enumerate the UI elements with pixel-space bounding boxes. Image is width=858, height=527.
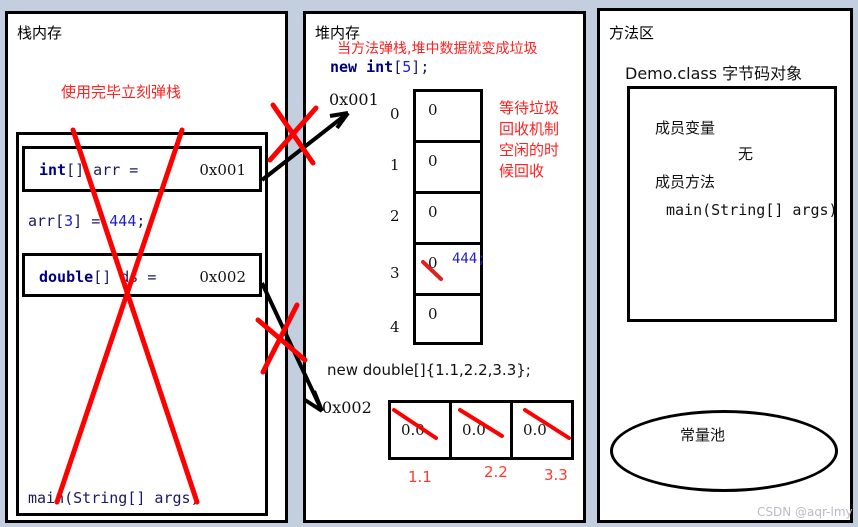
- stack-statement-arr3: arr[3] = 444;: [28, 212, 145, 230]
- int-array-cell-1: 0: [416, 143, 480, 194]
- method-area-class-label: Demo.class 字节码对象: [625, 64, 803, 83]
- member-method-main: main(String[] args): [666, 201, 838, 219]
- double-array-label-1: 2.2: [484, 463, 508, 481]
- int-array-value-0: 0: [428, 101, 438, 119]
- stmt-target: arr: [28, 212, 56, 230]
- gc-note-line-1: 回收机制: [499, 120, 560, 138]
- stack-variable-ds-declaration: double[] ds =: [39, 268, 156, 286]
- stack-main-signature: main(String[] args): [28, 489, 200, 507]
- double-array-cell-2: 0.0: [513, 403, 571, 457]
- heap-int-array-address: 0x001: [329, 90, 379, 109]
- int-keyword: int: [39, 161, 67, 179]
- new-int-bracket-open: [: [393, 58, 403, 76]
- heap-double-array-address: 0x002: [322, 398, 372, 417]
- member-variables-label: 成员变量: [655, 119, 716, 137]
- new-int-bracket-close: ]: [411, 58, 421, 76]
- int-array-index-3: 3: [390, 264, 400, 282]
- gc-note-line-2: 空闲的时: [499, 141, 560, 159]
- int-array-value-1: 0: [428, 152, 438, 170]
- stmt-index: 3: [64, 212, 74, 230]
- int-array-cell-0: 0: [416, 92, 480, 143]
- ds-brackets: []: [93, 268, 112, 286]
- arr-name: arr =: [84, 161, 139, 179]
- int-array-index-2: 2: [390, 207, 400, 225]
- double-array-value-2: 0.0: [523, 421, 547, 439]
- diagram-canvas: 栈内存 使用完毕立刻弹栈 int[] arr = 0x001 arr[3] = …: [0, 0, 858, 527]
- stack-variable-ds: double[] ds = 0x002: [22, 253, 262, 297]
- stmt-bracket-open: [: [55, 212, 65, 230]
- method-area-title: 方法区: [609, 24, 655, 42]
- stack-variable-ds-address: 0x002: [199, 268, 246, 286]
- double-array-cell-1: 0.0: [452, 403, 513, 457]
- gc-note-line-3: 候回收: [499, 162, 545, 180]
- double-keyword: double: [39, 268, 94, 286]
- double-array-value-0: 0.0: [401, 421, 425, 439]
- stack-variable-arr-address: 0x001: [199, 161, 246, 179]
- member-variables-value: 无: [738, 145, 754, 163]
- double-array-cell-0: 0.0: [391, 403, 452, 457]
- double-array-value-1: 0.0: [462, 421, 486, 439]
- new-int-semicolon: ;: [420, 58, 430, 76]
- int-array-cell-2: 0: [416, 194, 480, 245]
- double-array-label-0: 1.1: [408, 468, 432, 486]
- constant-pool-label: 常量池: [680, 426, 726, 444]
- member-methods-label: 成员方法: [655, 173, 716, 191]
- stack-variable-arr-declaration: int[] arr =: [39, 161, 138, 179]
- int-array-index-4: 4: [390, 318, 400, 336]
- new-int-keyword: new int: [330, 58, 394, 76]
- int-array-index-0: 0: [390, 105, 400, 123]
- heap-int-array: 0 0 0 0 444; 0: [413, 89, 486, 347]
- watermark: CSDN @aqr-lmy: [757, 505, 853, 519]
- heap-double-array: 0.0 0.0 0.0: [388, 400, 574, 460]
- int-array-cell-3: 0 444;: [416, 245, 486, 296]
- stack-panel-title: 栈内存: [17, 24, 63, 42]
- gc-note-line-0: 等待垃圾: [499, 99, 560, 117]
- method-area-class-box: 成员变量 无 成员方法 main(String[] args): [627, 86, 838, 322]
- heap-gc-note: 等待垃圾 回收机制 空闲的时 候回收: [499, 98, 571, 182]
- stack-pop-note: 使用完毕立刻弹栈: [61, 83, 182, 101]
- int-array-value-2: 0: [428, 203, 438, 221]
- heap-garbage-note: 当方法弹栈,堆中数据就变成垃圾: [337, 41, 538, 57]
- stmt-assign: =: [82, 212, 110, 230]
- heap-new-double-statement: new double[]{1.1,2.2,3.3};: [327, 361, 531, 379]
- int-array-value-4: 0: [428, 305, 438, 323]
- stmt-semicolon: ;: [136, 212, 146, 230]
- stack-variable-arr: int[] arr = 0x001: [22, 146, 262, 192]
- int-array-cell-4: 0: [416, 296, 480, 347]
- heap-new-int-statement: new int[5];: [330, 58, 429, 76]
- double-array-label-2: 3.3: [544, 466, 568, 484]
- ds-name: ds =: [111, 268, 157, 286]
- int-array-overwritten-value: 444;: [452, 251, 486, 267]
- arr-brackets: []: [66, 161, 85, 179]
- constant-pool-ellipse: [610, 410, 838, 492]
- int-array-index-1: 1: [390, 156, 400, 174]
- new-int-size: 5: [402, 58, 412, 76]
- int-array-value-3: 0: [428, 254, 438, 272]
- stmt-bracket-close: ]: [73, 212, 83, 230]
- stmt-value: 444: [109, 212, 137, 230]
